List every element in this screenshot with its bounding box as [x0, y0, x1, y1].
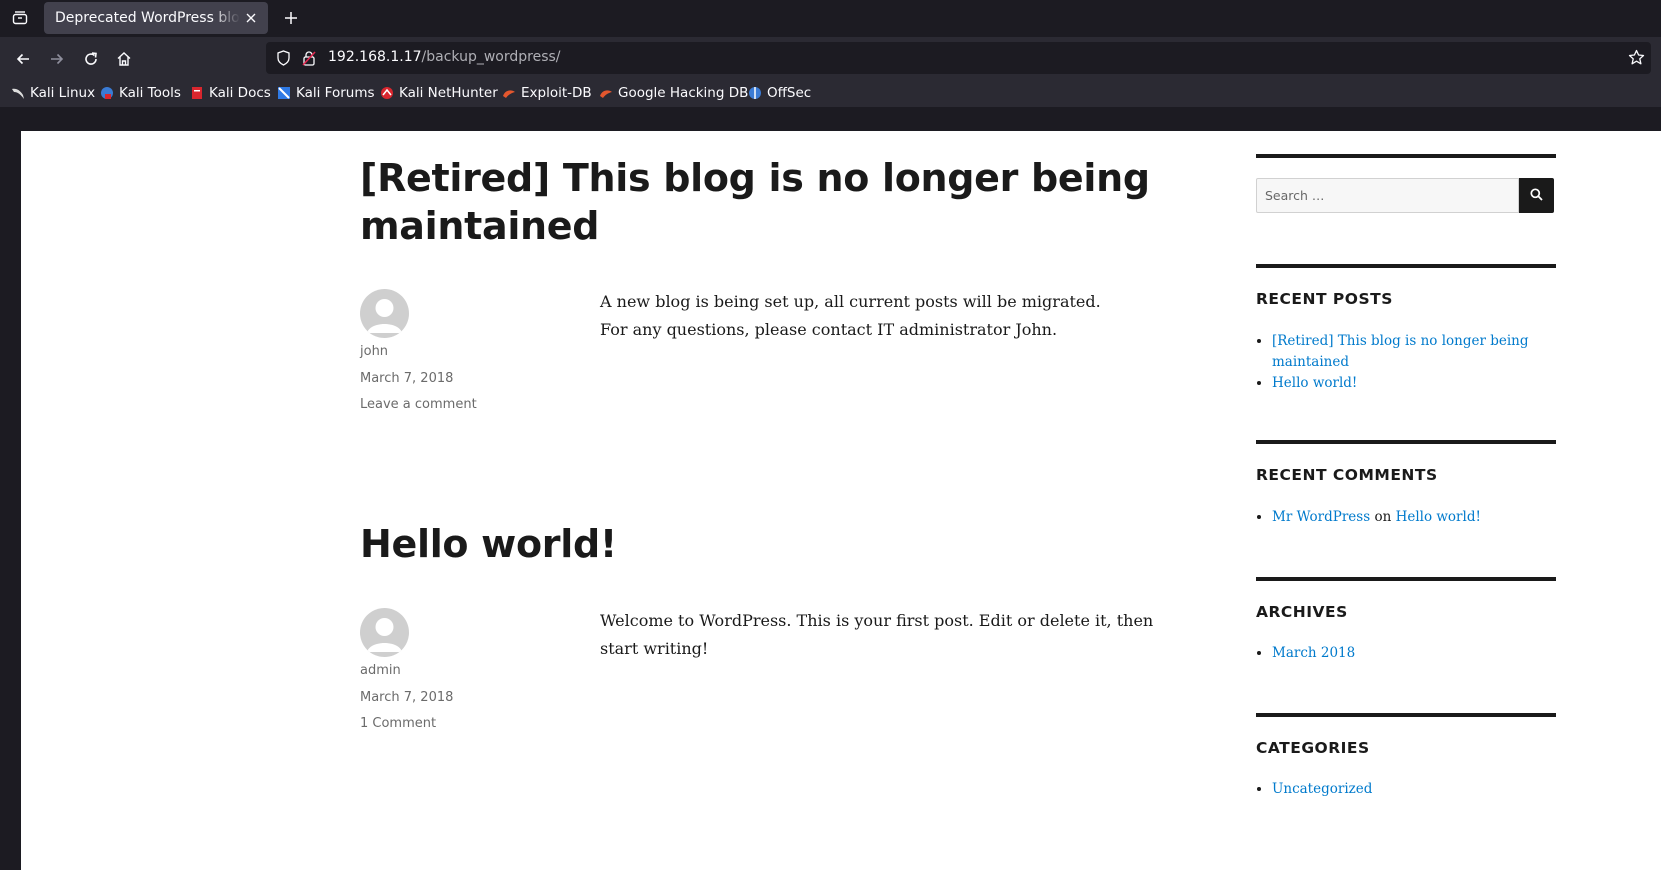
- post-content: Welcome to WordPress. This is your first…: [600, 607, 1160, 663]
- kali-tools-icon: [100, 86, 114, 100]
- comments-count-link[interactable]: 1 Comment: [360, 716, 436, 731]
- post-date[interactable]: March 7, 2018: [360, 690, 453, 705]
- bookmark-label: Kali Linux: [30, 85, 96, 101]
- bookmark-kali-linux[interactable]: Kali Linux: [11, 83, 95, 103]
- recent-posts-widget: RECENT POSTS [Retired] This blog is no l…: [1256, 264, 1556, 438]
- bookmark-google-hacking-db[interactable]: Google Hacking DB: [599, 83, 748, 103]
- post-retired-body: john March 7, 2018 Leave a comment A new…: [360, 289, 1160, 429]
- recent-comments-list: Mr WordPress on Hello world!: [1256, 507, 1556, 528]
- bookmark-label: Exploit-DB: [521, 85, 592, 101]
- close-tab-icon[interactable]: [242, 9, 260, 27]
- post-paragraph: For any questions, please contact IT adm…: [600, 320, 1058, 339]
- author-avatar[interactable]: [360, 289, 409, 338]
- bookmark-kali-docs[interactable]: Kali Docs: [190, 83, 271, 103]
- list-all-tabs-icon[interactable]: [9, 7, 31, 29]
- bookmark-kali-nethunter[interactable]: Kali NetHunter: [380, 83, 498, 103]
- forward-arrow-icon[interactable]: [45, 47, 69, 71]
- comment-post-link[interactable]: Hello world!: [1396, 509, 1481, 525]
- search-input[interactable]: [1256, 178, 1519, 213]
- navigation-toolbar: 192.168.1.17/backup_wordpress/: [0, 37, 1661, 79]
- bookmark-star-icon[interactable]: [1628, 49, 1645, 70]
- author-avatar[interactable]: [360, 608, 409, 657]
- post-date[interactable]: March 7, 2018: [360, 371, 453, 386]
- category-link[interactable]: Uncategorized: [1272, 781, 1372, 797]
- exploit-db-icon: [502, 86, 516, 100]
- list-item: Uncategorized: [1272, 779, 1556, 800]
- address-bar[interactable]: 192.168.1.17/backup_wordpress/: [266, 42, 1651, 74]
- search-submit-button[interactable]: [1519, 178, 1554, 213]
- search-icon: [1530, 187, 1543, 204]
- archives-list: March 2018: [1256, 643, 1556, 664]
- post-hello-world-body: admin March 7, 2018 1 Comment Welcome to…: [360, 608, 1160, 748]
- archives-widget: ARCHIVES March 2018: [1256, 577, 1556, 701]
- bookmark-kali-forums[interactable]: Kali Forums: [277, 83, 375, 103]
- kali-docs-icon: [190, 86, 204, 100]
- categories-widget: CATEGORIES Uncategorized: [1256, 713, 1556, 837]
- bookmark-label: Kali Tools: [119, 85, 181, 101]
- url-path: /backup_wordpress/: [421, 49, 561, 65]
- bookmark-kali-tools[interactable]: Kali Tools: [100, 83, 181, 103]
- bookmark-label: Kali Docs: [209, 85, 271, 101]
- search-widget: [1256, 154, 1556, 248]
- tracking-protection-shield-icon[interactable]: [276, 50, 291, 70]
- home-icon[interactable]: [112, 47, 136, 71]
- on-text: on: [1374, 509, 1392, 525]
- bookmark-label: Google Hacking DB: [618, 85, 749, 101]
- back-arrow-icon[interactable]: [11, 47, 35, 71]
- bookmarks-toolbar: Kali Linux Kali Tools Kali Docs Kali For…: [0, 79, 1661, 107]
- list-item: Hello world!: [1272, 373, 1556, 394]
- leave-comment-link[interactable]: Leave a comment: [360, 397, 477, 412]
- bookmark-label: Kali Forums: [296, 85, 375, 101]
- post-paragraph: Welcome to WordPress. This is your first…: [600, 611, 1154, 658]
- post-title-link[interactable]: [Retired] This blog is no longer being m…: [360, 154, 1160, 250]
- recent-posts-list: [Retired] This blog is no longer being m…: [1256, 331, 1556, 394]
- active-tab[interactable]: Deprecated WordPress blog: [44, 2, 268, 34]
- post-author[interactable]: admin: [360, 663, 401, 678]
- recent-comments-widget: RECENT COMMENTS Mr WordPress on Hello wo…: [1256, 440, 1556, 564]
- tab-bar: Deprecated WordPress blog: [0, 0, 1661, 37]
- offsec-icon: [748, 86, 762, 100]
- insecure-lock-icon[interactable]: [302, 50, 316, 70]
- widget-title: ARCHIVES: [1256, 603, 1348, 621]
- bookmark-label: OffSec: [767, 85, 812, 101]
- post-title-link[interactable]: Hello world!: [360, 520, 1160, 568]
- widget-title: RECENT POSTS: [1256, 290, 1393, 308]
- comment-author-link[interactable]: Mr WordPress: [1272, 509, 1370, 525]
- post-content: A new blog is being set up, all current …: [600, 288, 1160, 344]
- reload-icon[interactable]: [79, 47, 103, 71]
- kali-nethunter-icon: [380, 86, 394, 100]
- url-host: 192.168.1.17: [328, 49, 422, 65]
- post-author[interactable]: john: [360, 344, 388, 359]
- bookmark-label: Kali NetHunter: [399, 85, 498, 101]
- post-retired: [Retired] This blog is no longer being m…: [360, 154, 1160, 250]
- new-tab-icon[interactable]: [280, 7, 302, 29]
- categories-list: Uncategorized: [1256, 779, 1556, 800]
- archive-link[interactable]: March 2018: [1272, 645, 1355, 661]
- kali-dragon-icon: [11, 86, 25, 100]
- kali-forums-icon: [277, 86, 291, 100]
- tab-title: Deprecated WordPress blog: [55, 10, 240, 26]
- bookmark-exploit-db[interactable]: Exploit-DB: [502, 83, 592, 103]
- ghdb-icon: [599, 86, 613, 100]
- list-item: [Retired] This blog is no longer being m…: [1272, 331, 1556, 373]
- wordpress-page: [Retired] This blog is no longer being m…: [21, 131, 1661, 870]
- recent-post-link[interactable]: [Retired] This blog is no longer being m…: [1272, 333, 1529, 370]
- bookmark-offsec[interactable]: OffSec: [748, 83, 811, 103]
- recent-post-link[interactable]: Hello world!: [1272, 375, 1357, 391]
- list-item: March 2018: [1272, 643, 1556, 664]
- search-form: [1256, 178, 1556, 213]
- url-text[interactable]: 192.168.1.17/backup_wordpress/: [328, 49, 561, 65]
- list-item: Mr WordPress on Hello world!: [1272, 507, 1556, 528]
- post-hello-world: Hello world!: [360, 520, 1160, 568]
- widget-title: RECENT COMMENTS: [1256, 466, 1438, 484]
- post-paragraph: A new blog is being set up, all current …: [600, 292, 1101, 311]
- widget-title: CATEGORIES: [1256, 739, 1370, 757]
- page-top-margin: [0, 107, 1661, 131]
